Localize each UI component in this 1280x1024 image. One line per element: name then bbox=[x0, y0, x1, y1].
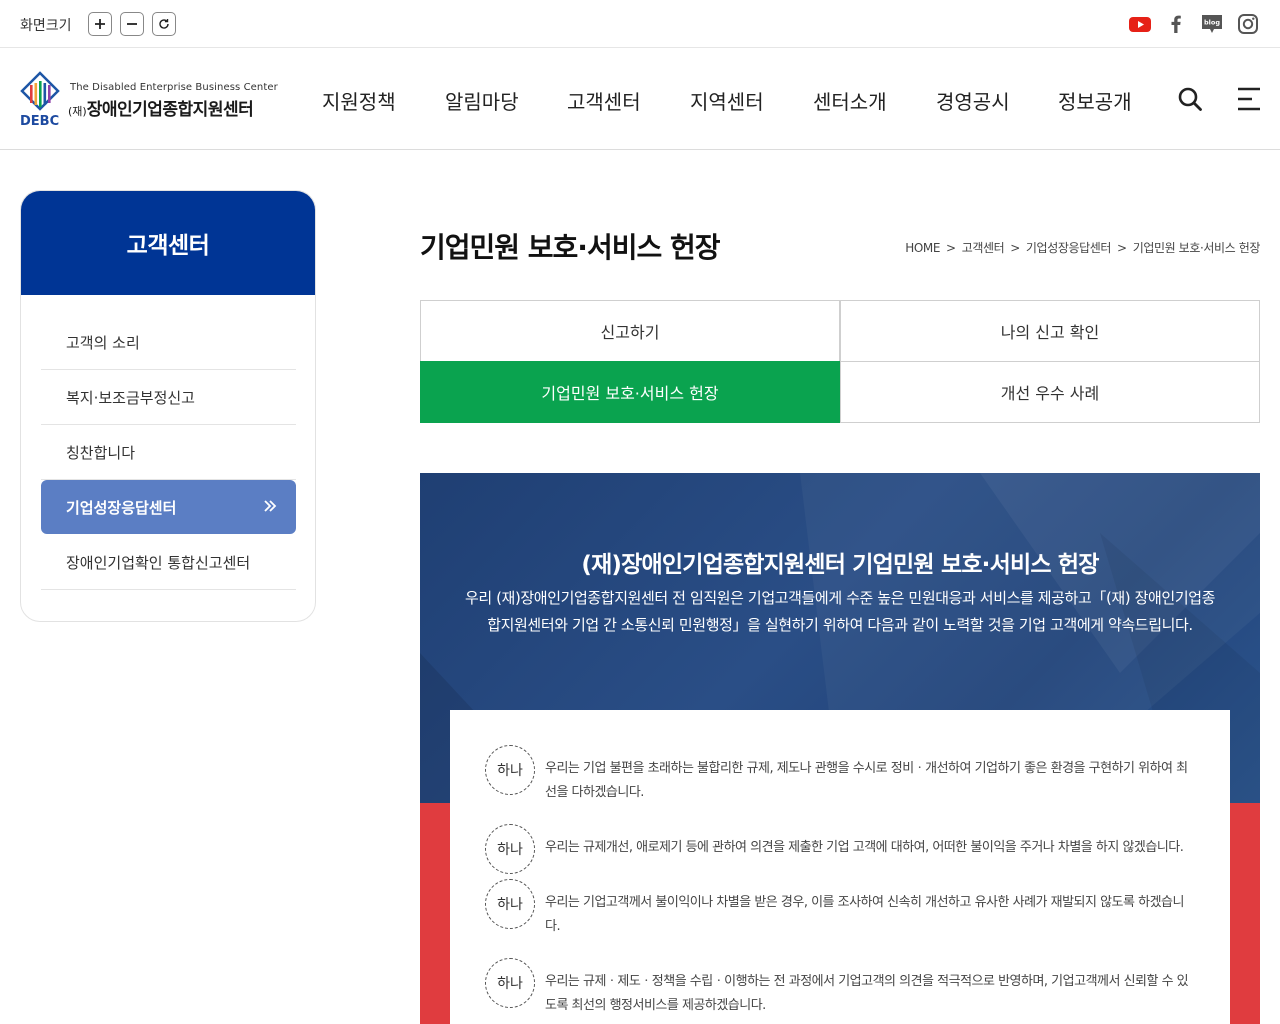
page-title: 기업민원 보호·서비스 헌장 bbox=[420, 231, 720, 264]
breadcrumb-customer-center[interactable]: 고객센터 bbox=[962, 241, 1005, 255]
instagram-icon bbox=[1238, 14, 1258, 34]
pledge-text: 우리는 규제ㆍ제도ㆍ정책을 수립ㆍ이행하는 전 과정에서 기업고객의 의견을 적… bbox=[545, 974, 1189, 1013]
minus-icon bbox=[127, 23, 137, 25]
blog-icon: blog bbox=[1202, 15, 1222, 33]
nav-management-disclosure[interactable]: 경영공시 bbox=[936, 86, 1010, 115]
sidebar-item-compliments[interactable]: 칭찬합니다 bbox=[41, 425, 296, 480]
facebook-icon bbox=[1171, 15, 1181, 33]
refresh-icon bbox=[159, 19, 169, 29]
breadcrumb-current: 기업민원 보호·서비스 헌장 bbox=[1132, 241, 1261, 255]
zoom-reset-button[interactable] bbox=[152, 12, 176, 36]
tab-service-charter[interactable]: 기업민원 보호·서비스 헌장 bbox=[420, 361, 840, 423]
svg-text:blog: blog bbox=[1204, 19, 1220, 27]
banner-intro: 우리 (재)장애인기업종합지원센터 전 임직원은 기업고객들에게 수준 높은 민… bbox=[464, 589, 1216, 634]
pledge-text: 우리는 기업 불편을 초래하는 불합리한 규제, 제도나 관행을 수시로 정비ㆍ… bbox=[545, 761, 1188, 800]
pledge-badge: 하나 bbox=[485, 879, 535, 929]
all-menu-button[interactable] bbox=[1236, 86, 1262, 112]
nav-regional-center[interactable]: 지역센터 bbox=[690, 86, 764, 115]
tab-my-report[interactable]: 나의 신고 확인 bbox=[840, 300, 1260, 362]
blog-link[interactable]: blog bbox=[1200, 12, 1224, 36]
youtube-icon bbox=[1129, 17, 1151, 32]
logo-english-name: The Disabled Enterprise Business Center bbox=[70, 82, 278, 93]
pledge-card: 하나 우리는 기업 불편을 초래하는 불합리한 규제, 제도나 관행을 수시로 … bbox=[450, 710, 1230, 1024]
zoom-in-button[interactable] bbox=[88, 12, 112, 36]
sidebar-header: 고객센터 bbox=[21, 191, 315, 295]
sidebar-item-subsidy-fraud-report[interactable]: 복지·보조금부정신고 bbox=[41, 370, 296, 425]
sidebar-item-customer-voice[interactable]: 고객의 소리 bbox=[41, 315, 296, 370]
pledge-text: 우리는 규제개선, 애로제기 등에 관하여 의견을 제출한 기업 고객에 대하여… bbox=[545, 840, 1184, 855]
sidebar: 고객센터 고객의 소리 복지·보조금부정신고 칭찬합니다 기업성장응답센터 장애… bbox=[20, 190, 316, 622]
facebook-link[interactable] bbox=[1164, 12, 1188, 36]
double-chevron-right-icon bbox=[264, 500, 277, 512]
tab-best-cases[interactable]: 개선 우수 사례 bbox=[840, 361, 1260, 423]
breadcrumb-growth-center[interactable]: 기업성장응답센터 bbox=[1026, 241, 1112, 255]
youtube-link[interactable] bbox=[1128, 12, 1152, 36]
sidebar-item-integrated-report-center[interactable]: 장애인기업확인 통합신고센터 bbox=[41, 535, 296, 590]
pledge-badge: 하나 bbox=[485, 824, 535, 874]
nav-info-disclosure[interactable]: 정보공개 bbox=[1058, 86, 1132, 115]
sidebar-menu: 고객의 소리 복지·보조금부정신고 칭찬합니다 기업성장응답센터 장애인기업확인… bbox=[41, 315, 296, 590]
utility-bar: 화면크기 blog bbox=[0, 0, 1280, 48]
zoom-label: 화면크기 bbox=[20, 18, 72, 34]
site-header: DEBC The Disabled Enterprise Business Ce… bbox=[0, 49, 1280, 150]
site-logo[interactable]: DEBC The Disabled Enterprise Business Ce… bbox=[20, 71, 282, 127]
hamburger-menu-icon bbox=[1238, 87, 1260, 111]
logo-korean-name: (재)장애인기업종합지원센터 bbox=[68, 100, 254, 120]
tab-report[interactable]: 신고하기 bbox=[420, 300, 840, 362]
banner-heading: (재)장애인기업종합지원센터 기업민원 보호·서비스 헌장 bbox=[581, 552, 1099, 578]
nav-about[interactable]: 센터소개 bbox=[813, 86, 887, 115]
breadcrumb-home[interactable]: HOME bbox=[905, 241, 940, 255]
breadcrumb: HOME > 고객센터 > 기업성장응답센터 > 기업민원 보호·서비스 헌장 bbox=[905, 241, 1261, 255]
nav-notice[interactable]: 알림마당 bbox=[445, 86, 519, 115]
zoom-out-button[interactable] bbox=[120, 12, 144, 36]
search-button[interactable] bbox=[1177, 86, 1203, 112]
sidebar-title: 고객센터 bbox=[126, 233, 210, 259]
nav-customer-center[interactable]: 고객센터 bbox=[567, 86, 641, 115]
pledge-badge: 하나 bbox=[485, 745, 535, 795]
sub-tabs: 신고하기 나의 신고 확인 기업민원 보호·서비스 헌장 개선 우수 사례 bbox=[420, 300, 1260, 423]
svg-text:DEBC: DEBC bbox=[20, 114, 59, 127]
search-icon bbox=[1178, 87, 1202, 111]
instagram-link[interactable] bbox=[1236, 12, 1260, 36]
debc-logo-mark: DEBC bbox=[20, 71, 60, 127]
pledge-text: 우리는 기업고객께서 불이익이나 차별을 받은 경우, 이를 조사하여 신속히 … bbox=[545, 895, 1184, 934]
sidebar-item-business-growth-center[interactable]: 기업성장응답센터 bbox=[41, 480, 296, 534]
pledge-badge: 하나 bbox=[485, 958, 535, 1008]
nav-support-policy[interactable]: 지원정책 bbox=[322, 86, 396, 115]
plus-icon bbox=[95, 19, 105, 29]
